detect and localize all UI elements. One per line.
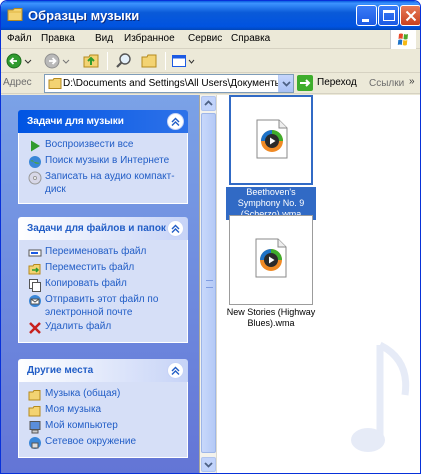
computer-icon — [29, 421, 41, 434]
place-my-computer[interactable]: Мой компьютер — [19, 419, 187, 435]
music-tasks-panel: Задачи для музыки Воспроизвести все Поис… — [18, 110, 188, 204]
search-button[interactable] — [113, 51, 135, 71]
explorer-window: Образцы музыки Файл Правка Вид Избранное… — [0, 0, 421, 474]
task-copy-file[interactable]: Копировать файл — [19, 277, 187, 293]
file-tasks-header[interactable]: Задачи для файлов и папок — [18, 217, 188, 240]
task-burn-audio-cd[interactable]: Записать на аудио компакт-диск — [19, 170, 187, 197]
address-label: Адрес — [3, 77, 32, 88]
views-button[interactable] — [170, 51, 196, 71]
place-network[interactable]: Сетевое окружение — [19, 435, 187, 451]
place-shared-music[interactable]: Музыка (общая) — [19, 387, 187, 403]
scroll-up-button[interactable] — [201, 96, 216, 111]
toolbar — [1, 49, 420, 73]
views-icon — [172, 55, 195, 67]
address-path: D:\Documents and Settings\All Users\Доку… — [63, 78, 294, 89]
menu-bar: Файл Правка Вид Избранное Сервис Справка — [1, 30, 420, 49]
file-item[interactable]: New Stories (Highway Blues).wma — [226, 215, 316, 329]
back-button[interactable] — [5, 51, 35, 71]
menu-tools[interactable]: Сервис — [188, 33, 222, 44]
file-thumbnail — [229, 215, 313, 305]
place-my-music[interactable]: Моя музыка — [19, 403, 187, 419]
up-folder-button[interactable] — [81, 51, 103, 71]
rename-icon — [28, 249, 42, 257]
email-icon — [29, 295, 41, 307]
task-play-all[interactable]: Воспроизвести все — [19, 138, 187, 154]
folders-icon — [141, 54, 157, 68]
file-thumbnail — [229, 95, 313, 185]
forward-icon — [44, 53, 70, 69]
vertical-scrollbar[interactable] — [200, 95, 217, 473]
menu-view[interactable]: Вид — [95, 33, 113, 44]
media-file-icon — [256, 119, 288, 159]
cd-icon — [28, 171, 42, 185]
up-folder-icon — [83, 54, 99, 68]
music-tasks-header[interactable]: Задачи для музыки — [18, 110, 188, 133]
task-delete-file[interactable]: Удалить файл — [19, 320, 187, 336]
back-icon — [6, 53, 32, 69]
other-places-title: Другие места — [27, 365, 94, 376]
network-icon — [29, 437, 41, 449]
collapse-icon[interactable] — [167, 113, 184, 130]
windows-logo-icon — [390, 30, 416, 49]
maximize-button[interactable] — [378, 5, 399, 26]
scrollbar-thumb[interactable] — [201, 113, 216, 453]
folders-button[interactable] — [139, 51, 161, 71]
other-places-header[interactable]: Другие места — [18, 359, 188, 382]
file-list-area[interactable]: Beethoven's Symphony No. 9 (Scherzo).wma… — [199, 95, 420, 473]
copy-icon — [29, 279, 41, 292]
task-rename-file[interactable]: Переименовать файл — [19, 245, 187, 261]
globe-icon — [29, 156, 41, 168]
folder-icon — [28, 390, 41, 401]
menu-favorites[interactable]: Избранное — [124, 33, 175, 44]
go-arrow-icon — [297, 75, 313, 91]
address-field[interactable]: D:\Documents and Settings\All Users\Доку… — [44, 74, 294, 93]
folder-icon — [7, 8, 23, 21]
music-note-watermark-icon — [351, 341, 410, 452]
minimize-button[interactable] — [356, 5, 377, 26]
go-button[interactable]: Переход — [297, 75, 361, 92]
task-search-music-online[interactable]: Поиск музыки в Интернете — [19, 154, 187, 170]
address-dropdown-button[interactable] — [278, 75, 293, 92]
file-tasks-panel: Задачи для файлов и папок Переименовать … — [18, 217, 188, 343]
chevron-down-icon — [282, 81, 291, 87]
file-name: New Stories (Highway Blues).wma — [226, 307, 316, 328]
close-button[interactable] — [400, 5, 420, 26]
forward-button[interactable] — [43, 51, 73, 71]
menu-file[interactable]: Файл — [7, 33, 32, 44]
task-pane: Задачи для музыки Воспроизвести все Поис… — [1, 95, 199, 473]
file-tasks-title: Задачи для файлов и папок — [27, 223, 166, 234]
folder-icon — [48, 78, 62, 89]
menu-help[interactable]: Справка — [231, 33, 270, 44]
window-title: Образцы музыки — [28, 8, 140, 23]
collapse-icon[interactable] — [167, 362, 184, 379]
collapse-icon[interactable] — [167, 220, 184, 237]
chevron-right-icon[interactable]: » — [409, 76, 415, 87]
title-bar[interactable]: Образцы музыки — [1, 1, 420, 30]
search-icon — [116, 53, 131, 68]
play-icon — [31, 140, 40, 152]
other-places-panel: Другие места Музыка (общая) Моя музыка М… — [18, 359, 188, 458]
music-tasks-title: Задачи для музыки — [27, 116, 124, 127]
delete-icon — [29, 322, 41, 334]
toolbar-separator — [107, 52, 108, 70]
move-icon — [28, 264, 41, 275]
file-item[interactable]: Beethoven's Symphony No. 9 (Scherzo).wma — [226, 95, 316, 220]
toolbar-separator — [165, 52, 166, 70]
folder-icon — [28, 406, 41, 417]
links-button[interactable]: Ссылки — [369, 78, 404, 89]
task-move-file[interactable]: Переместить файл — [19, 261, 187, 277]
address-bar: Адрес D:\Documents and Settings\All User… — [1, 73, 420, 94]
scroll-down-button[interactable] — [201, 457, 216, 472]
media-file-icon — [255, 238, 287, 278]
menu-edit[interactable]: Правка — [41, 33, 75, 44]
task-email-file[interactable]: Отправить этот файл по электронной почте — [19, 293, 187, 320]
go-label: Переход — [317, 77, 357, 88]
